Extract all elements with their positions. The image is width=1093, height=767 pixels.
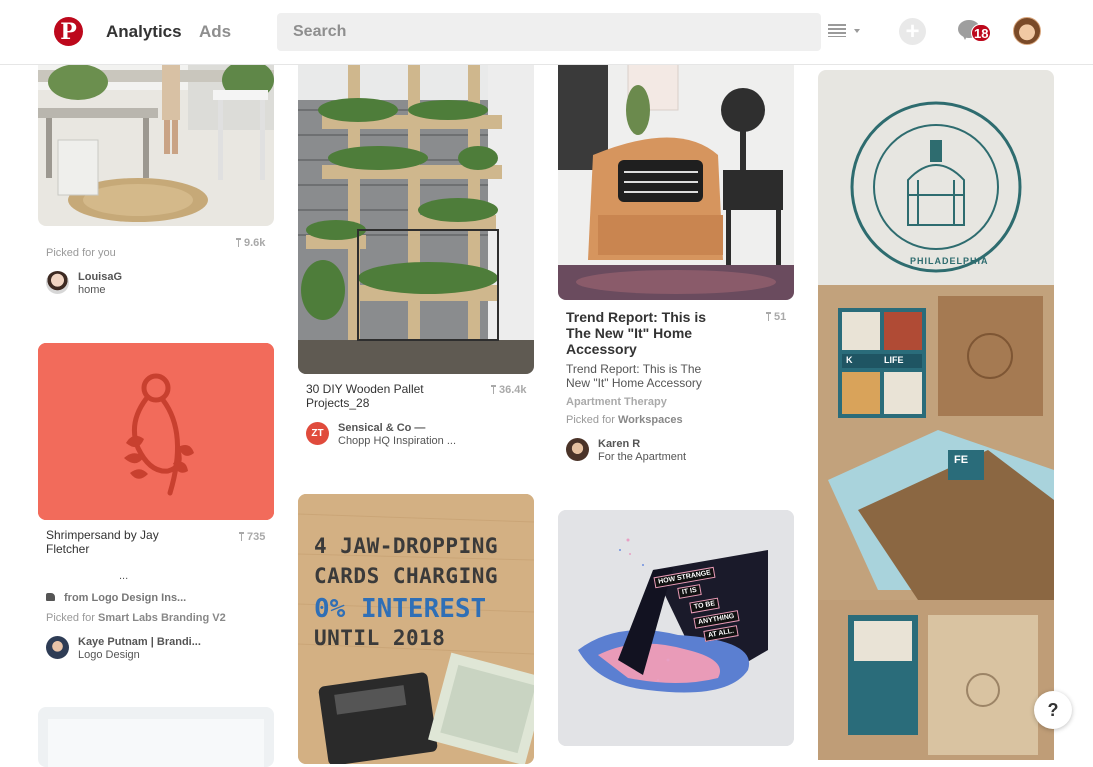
pinner-board: Logo Design xyxy=(78,649,140,661)
school-branding-pin-image[interactable]: PHILADELPHIA LIFE K FE xyxy=(818,70,1054,760)
partial-pin-image[interactable] xyxy=(38,707,274,767)
trend-report-title[interactable]: Trend Report: This is The New "It" Home … xyxy=(566,309,726,357)
pinner-name: LouisaG xyxy=(78,271,123,283)
folder-word: FE xyxy=(954,454,969,466)
shrimpersand-pinner[interactable]: Kaye Putnam | Brandi... Logo Design xyxy=(46,636,201,661)
trend-source[interactable]: Apartment Therapy xyxy=(566,396,667,408)
notification-count-badge: 18 xyxy=(971,24,992,42)
armchair-pin-image[interactable] xyxy=(558,40,794,300)
shrimpersand-source[interactable]: from Logo Design Ins... xyxy=(46,592,186,604)
pinner-board: For the Apartment xyxy=(598,451,687,463)
cards-headline-1: 4 JAW-DROPPING xyxy=(314,534,499,558)
patio-save-count: 9.6k xyxy=(236,237,265,249)
trend-description: Trend Report: This is The New "It" Home … xyxy=(566,362,702,390)
trend-pinner[interactable]: Karen R For the Apartment xyxy=(566,438,686,463)
book-cover-word: LIFE xyxy=(884,355,904,365)
help-button[interactable]: ? xyxy=(1034,691,1072,729)
plus-icon: + xyxy=(905,17,920,45)
shrimpersand-picked-for: Picked for Smart Labs Branding V2 xyxy=(46,612,226,624)
shrimpersand-pin-image[interactable] xyxy=(38,343,274,520)
pin-icon xyxy=(491,385,496,394)
cards-headline-2: CARDS CHARGING xyxy=(314,564,499,588)
pinterest-logo-icon[interactable]: P xyxy=(54,17,83,46)
picked-board-name[interactable]: Workspaces xyxy=(618,414,683,426)
view-options-button[interactable] xyxy=(828,22,862,40)
shrimpersand-save-count: 735 xyxy=(239,531,265,543)
pallet-title[interactable]: 30 DIY Wooden Pallet Projects_28 xyxy=(306,382,446,410)
shrimpersand-title[interactable]: Shrimpersand by Jay Fletcher xyxy=(46,528,196,556)
nav-analytics-link[interactable]: Analytics xyxy=(106,22,182,42)
user-avatar xyxy=(46,636,69,659)
user-avatar xyxy=(46,271,69,294)
search-input[interactable] xyxy=(277,13,821,51)
trend-save-count: 51 xyxy=(766,311,786,323)
pinner-name: Karen R xyxy=(598,438,641,450)
list-icon xyxy=(828,24,846,37)
user-avatar xyxy=(566,438,589,461)
pallet-save-count: 36.4k xyxy=(491,384,527,396)
how-strange-pin-image[interactable]: HOW STRANGE IT IS TO BE ANYTHING AT ALL. xyxy=(558,510,794,746)
picked-board-name[interactable]: Smart Labs Branding V2 xyxy=(98,612,226,624)
seal-city-text: PHILADELPHIA xyxy=(910,256,989,266)
pinner-board: home xyxy=(78,284,106,296)
pallet-garden-pin-image[interactable] xyxy=(298,40,534,374)
cards-headline-4: UNTIL 2018 xyxy=(314,626,446,650)
profile-avatar[interactable] xyxy=(1013,17,1041,45)
patio-pin-image[interactable] xyxy=(38,40,274,226)
speech-bubble-icon xyxy=(962,34,968,40)
create-pin-button[interactable]: + xyxy=(899,18,926,45)
more-ellipsis[interactable]: ... xyxy=(119,570,128,582)
pinner-board: Chopp HQ Inspiration ... xyxy=(338,435,457,447)
pallet-pinner[interactable]: ZT Sensical & Co — Chopp HQ Inspiration … xyxy=(306,422,456,447)
cards-headline-3: 0% INTEREST xyxy=(314,594,487,624)
pinner-name: Kaye Putnam | Brandi... xyxy=(78,636,201,648)
pin-icon xyxy=(236,238,241,247)
top-bar: P Analytics Ads + 18 xyxy=(0,0,1093,65)
nav-ads-link[interactable]: Ads xyxy=(199,22,231,42)
pinner-name: Sensical & Co — xyxy=(338,422,426,434)
horse-icon xyxy=(46,593,55,601)
patio-pinner[interactable]: LouisaG home xyxy=(46,271,122,296)
picked-for-you-label: Picked for you xyxy=(46,247,116,259)
trend-picked-for: Picked for Workspaces xyxy=(566,414,683,426)
pin-icon xyxy=(239,532,244,541)
user-avatar: ZT xyxy=(306,422,329,445)
credit-cards-pin-image[interactable]: 4 JAW-DROPPING CARDS CHARGING 0% INTERES… xyxy=(298,494,534,764)
book-cover-letter: K xyxy=(846,355,853,365)
chevron-down-icon xyxy=(854,29,860,33)
pin-icon xyxy=(766,312,771,321)
